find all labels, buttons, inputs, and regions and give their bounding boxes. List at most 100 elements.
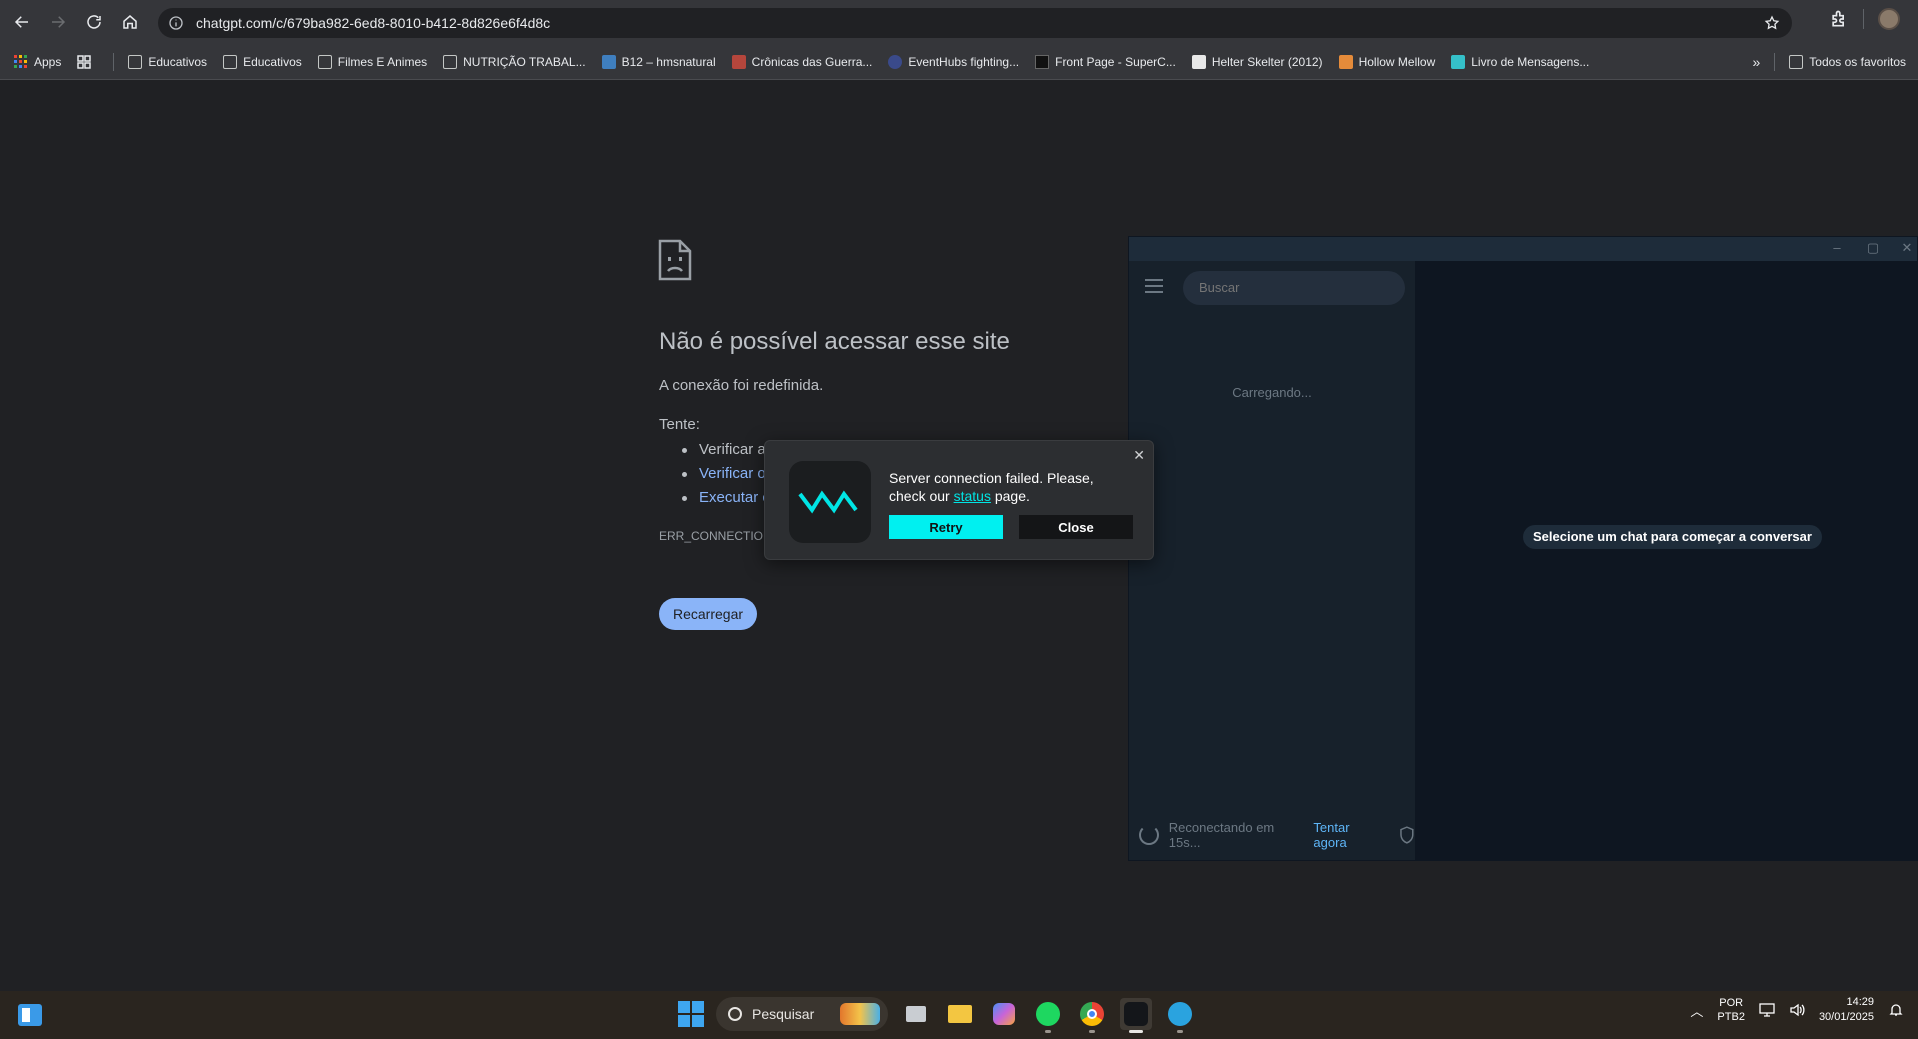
- suggestions-list: Verificar a Verificar o Executar c: [680, 439, 770, 511]
- bookmark-folder[interactable]: Filmes E Animes: [317, 54, 428, 69]
- volume-icon[interactable]: [1789, 1003, 1805, 1017]
- all-favorites-label: Todos os favoritos: [1809, 55, 1906, 69]
- telegram-icon[interactable]: [1164, 998, 1196, 1033]
- address-bar[interactable]: chatgpt.com/c/679ba982-6ed8-8010-b412-8d…: [158, 8, 1792, 38]
- apps-grid-icon: [14, 54, 27, 68]
- message-text-end: page.: [990, 488, 1030, 504]
- toolbar-separator: [1863, 9, 1864, 29]
- bookmarks-bar: Apps Educativos Educativos Filmes E Anim…: [0, 44, 1918, 80]
- tab-groups-button[interactable]: [77, 54, 97, 69]
- bookmark-label: NUTRIÇÃO TRABAL...: [463, 54, 586, 69]
- spotify-icon[interactable]: [1032, 998, 1064, 1033]
- language-code: POR: [1719, 997, 1744, 1009]
- bookmark-star-icon[interactable]: [1764, 15, 1780, 31]
- close-icon[interactable]: ✕: [1899, 240, 1915, 256]
- bookmark-label: Helter Skelter (2012): [1211, 54, 1323, 69]
- suggestion-link[interactable]: Verificar o: [680, 463, 770, 487]
- file-explorer-icon[interactable]: [944, 998, 976, 1030]
- try-now-link[interactable]: Tentar agora: [1313, 820, 1385, 850]
- search-highlight-icon: [840, 1003, 880, 1025]
- copilot-icon[interactable]: [988, 998, 1020, 1030]
- loading-text: Carregando...: [1232, 385, 1312, 400]
- bookmark-link[interactable]: Front Page - SuperC...: [1035, 54, 1176, 69]
- profile-avatar[interactable]: [1878, 8, 1900, 30]
- system-tray: ︿ POR PTB2 14:29 30/01/2025: [1690, 995, 1904, 1025]
- windows-start-icon[interactable]: [678, 1001, 704, 1027]
- status-link[interactable]: status: [954, 488, 991, 504]
- bookmark-label: Filmes E Animes: [337, 54, 428, 69]
- minimize-icon[interactable]: –: [1829, 240, 1845, 256]
- bookmark-apps-label: Apps: [34, 54, 62, 69]
- error-subtitle: A conexão foi redefinida.: [659, 377, 824, 394]
- more-bookmarks-icon[interactable]: »: [1752, 54, 1760, 70]
- try-label: Tente:: [659, 416, 700, 433]
- bookmark-label: B12 – hmsnatural: [621, 54, 716, 69]
- shield-icon[interactable]: [1399, 826, 1415, 844]
- bookmark-label: Crônicas das Guerra...: [751, 54, 873, 69]
- extensions-icon[interactable]: [1829, 9, 1849, 29]
- taskbar: Pesquisar ︿ POR PTB2 14:29 30/01/2025: [0, 991, 1918, 1039]
- connection-failed-dialog: ✕ Server connection failed. Please, chec…: [764, 440, 1154, 560]
- bookmark-apps[interactable]: Apps: [14, 54, 62, 69]
- sad-document-icon: [658, 239, 692, 281]
- favicon-icon: [1035, 54, 1050, 69]
- chevron-up-icon[interactable]: ︿: [1690, 1001, 1703, 1020]
- bookmark-link[interactable]: Hollow Mellow: [1338, 54, 1436, 69]
- widgets-icon[interactable]: [18, 1004, 42, 1026]
- clock[interactable]: 14:29 30/01/2025: [1819, 995, 1874, 1025]
- all-favorites-folder[interactable]: Todos os favoritos: [1789, 55, 1906, 69]
- bookmarks-separator: [113, 52, 115, 71]
- bookmark-link[interactable]: Helter Skelter (2012): [1191, 54, 1323, 69]
- notifications-icon[interactable]: [1888, 1003, 1904, 1017]
- chat-sidebar: Carregando... Reconectando em 15s... Ten…: [1129, 261, 1415, 860]
- vm-app-icon[interactable]: [1120, 998, 1152, 1033]
- bookmark-label: Livro de Mensagens...: [1471, 54, 1590, 69]
- search-icon: [728, 1007, 742, 1021]
- back-icon[interactable]: [8, 8, 36, 36]
- site-info-icon[interactable]: [168, 15, 184, 31]
- search-input[interactable]: [1183, 271, 1405, 305]
- dialog-message: Server connection failed. Please, check …: [889, 469, 1125, 505]
- bookmark-link[interactable]: B12 – hmsnatural: [601, 54, 716, 69]
- folder-icon: [1789, 55, 1804, 69]
- task-view-icon[interactable]: [900, 998, 932, 1030]
- page-title: Não é possível acessar esse site: [659, 328, 1010, 355]
- clock-time: 14:29: [1846, 996, 1874, 1008]
- folder-icon: [443, 54, 458, 69]
- bookmark-folder[interactable]: Educativos: [128, 54, 207, 69]
- reload-button[interactable]: Recarregar: [659, 598, 757, 630]
- retry-button[interactable]: Retry: [889, 515, 1003, 539]
- forward-icon[interactable]: [44, 8, 72, 36]
- folder-icon: [128, 54, 143, 69]
- bookmark-folder[interactable]: NUTRIÇÃO TRABAL...: [443, 54, 586, 69]
- close-button[interactable]: Close: [1019, 515, 1133, 539]
- taskbar-search[interactable]: Pesquisar: [716, 997, 888, 1031]
- grid-icon: [77, 54, 92, 69]
- error-code: ERR_CONNECTION_: [659, 529, 779, 543]
- connection-status: Reconectando em 15s... Tentar agora: [1139, 820, 1415, 850]
- bookmark-link[interactable]: EventHubs fighting...: [888, 54, 1020, 69]
- home-icon[interactable]: [116, 8, 144, 36]
- network-icon[interactable]: [1759, 1003, 1775, 1017]
- hamburger-menu-icon[interactable]: [1145, 279, 1163, 293]
- telegram-window: – ▢ ✕ Carregando... Reconectando em 15s.…: [1128, 236, 1918, 861]
- maximize-icon[interactable]: ▢: [1865, 240, 1881, 256]
- bookmark-link[interactable]: Livro de Mensagens...: [1451, 54, 1590, 69]
- bookmark-link[interactable]: Crônicas das Guerra...: [731, 54, 873, 69]
- language-indicator[interactable]: POR PTB2: [1717, 996, 1745, 1024]
- reload-icon[interactable]: [80, 8, 108, 36]
- folder-icon: [223, 54, 238, 69]
- folder-icon: [317, 54, 332, 69]
- bookmark-folder[interactable]: Educativos: [223, 54, 302, 69]
- url-text: chatgpt.com/c/679ba982-6ed8-8010-b412-8d…: [196, 15, 551, 31]
- suggestion-item: Verificar a: [680, 439, 770, 463]
- suggestion-link[interactable]: Executar c: [680, 487, 770, 511]
- bookmark-label: Hollow Mellow: [1358, 54, 1436, 69]
- keyboard-layout: PTB2: [1717, 1011, 1745, 1023]
- chrome-icon[interactable]: [1076, 998, 1108, 1033]
- favicon-icon: [601, 54, 616, 69]
- bookmark-label: EventHubs fighting...: [908, 54, 1020, 69]
- chat-main-area: Selecione um chat para começar a convers…: [1415, 261, 1917, 860]
- bookmarks-separator: [1774, 53, 1776, 71]
- dialog-close-icon[interactable]: ✕: [1133, 447, 1145, 464]
